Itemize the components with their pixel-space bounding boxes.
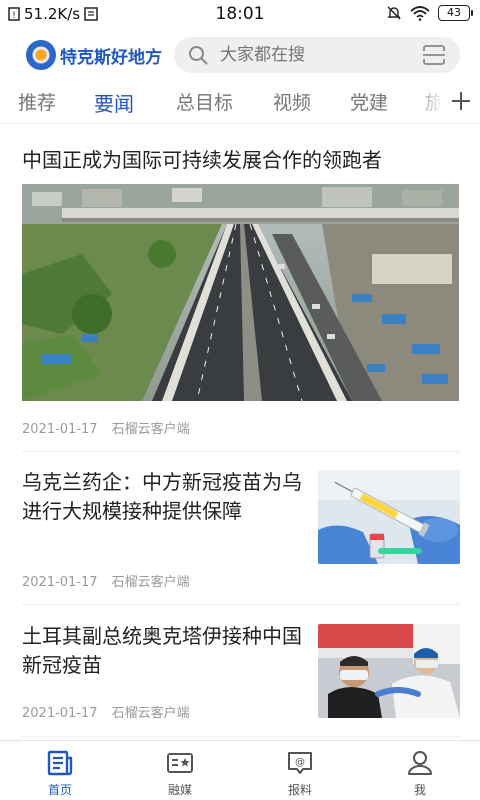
nav-me-label: 我 bbox=[413, 783, 426, 797]
scan-icon[interactable] bbox=[422, 44, 446, 66]
nav-me[interactable]: 我 bbox=[360, 741, 480, 800]
svg-text:@: @ bbox=[295, 757, 305, 768]
news-feed: 中国正成为国际可持续发展合作的领跑者 2021-01-17 石榴云客户端 乌克兰… bbox=[0, 124, 480, 740]
divider bbox=[22, 604, 459, 605]
search-box[interactable] bbox=[174, 37, 460, 73]
article-2-thumbnail[interactable] bbox=[318, 470, 460, 564]
user-icon bbox=[408, 751, 432, 775]
tab-overall-goal[interactable]: 总目标 bbox=[176, 88, 233, 115]
report-bubble-icon: @ bbox=[288, 752, 312, 774]
article-2-meta: 2021-01-17 石榴云客户端 bbox=[22, 571, 190, 590]
article-3-source: 石榴云客户端 bbox=[111, 706, 190, 721]
article-2-title[interactable]: 乌克兰药企：中方新冠疫苗为乌进行大规模接种提供保障 bbox=[22, 468, 304, 526]
search-icon bbox=[189, 46, 208, 65]
nav-media-label: 融媒 bbox=[167, 783, 192, 797]
article-3-meta: 2021-01-17 石榴云客户端 bbox=[22, 702, 190, 721]
tab-video[interactable]: 视频 bbox=[273, 88, 311, 115]
article-3-title[interactable]: 土耳其副总统奥克塔伊接种中国新冠疫苗 bbox=[22, 622, 304, 680]
nav-report-label: 报料 bbox=[287, 783, 312, 797]
add-channel-icon[interactable] bbox=[440, 80, 480, 123]
article-1-source: 石榴云客户端 bbox=[111, 422, 190, 437]
overpass-photo bbox=[22, 184, 459, 401]
app-logo[interactable]: 特克斯好地方 bbox=[26, 40, 162, 70]
nav-home[interactable]: 首页 bbox=[0, 741, 120, 800]
bottom-nav: 首页 融媒 @ 报料 我 bbox=[0, 740, 480, 800]
article-2-date: 2021-01-17 bbox=[22, 575, 98, 590]
mute-bell-icon bbox=[387, 6, 401, 20]
article-2-source: 石榴云客户端 bbox=[111, 575, 190, 590]
search-input[interactable] bbox=[220, 37, 410, 73]
media-card-icon bbox=[167, 753, 193, 773]
status-bar: ! 51.2K/s 18:01 43 bbox=[0, 0, 480, 30]
tab-party-building[interactable]: 党建 bbox=[350, 88, 388, 115]
battery-icon: 43 bbox=[438, 5, 473, 21]
app-header: 特克斯好地方 bbox=[0, 30, 480, 80]
article-3-thumbnail[interactable] bbox=[318, 624, 460, 718]
status-right: 43 bbox=[386, 5, 473, 21]
nav-media[interactable]: 融媒 bbox=[120, 741, 240, 800]
logo-emblem-icon bbox=[26, 40, 56, 70]
nav-home-label: 首页 bbox=[47, 783, 72, 797]
divider bbox=[22, 451, 459, 452]
article-1-image[interactable] bbox=[22, 184, 459, 401]
tab-headlines[interactable]: 要闻 bbox=[94, 88, 134, 117]
wifi-icon bbox=[410, 6, 430, 21]
article-3-date: 2021-01-17 bbox=[22, 706, 98, 721]
divider bbox=[22, 736, 459, 737]
nav-report[interactable]: @ 报料 bbox=[240, 741, 360, 800]
home-news-icon bbox=[47, 750, 73, 776]
article-1-title[interactable]: 中国正成为国际可持续发展合作的领跑者 bbox=[22, 144, 382, 173]
vaccination-photo bbox=[318, 624, 460, 718]
app-name: 特克斯好地方 bbox=[60, 47, 162, 68]
vaccine-syringe-photo bbox=[318, 470, 460, 564]
article-1-date: 2021-01-17 bbox=[22, 422, 98, 437]
article-1-meta: 2021-01-17 石榴云客户端 bbox=[22, 418, 190, 437]
tab-recommend[interactable]: 推荐 bbox=[18, 88, 56, 115]
channel-tabs: 推荐 要闻 总目标 视频 党建 旅 bbox=[0, 80, 480, 124]
